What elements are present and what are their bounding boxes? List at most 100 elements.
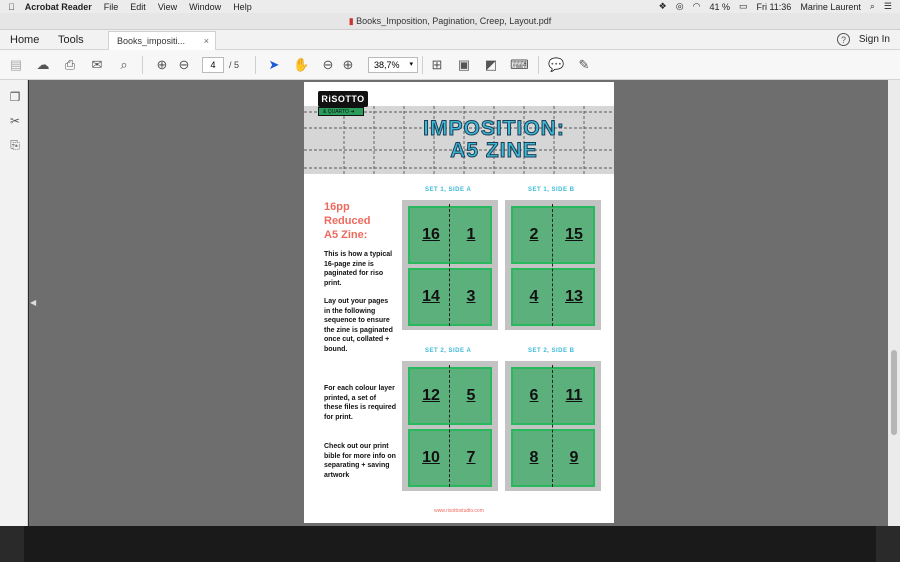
- page-cell: 4 13: [511, 268, 595, 326]
- menu-file[interactable]: File: [104, 2, 119, 12]
- clock-text[interactable]: Fri 11:36: [756, 2, 791, 12]
- fold-line: [449, 365, 450, 487]
- zoom-select[interactable]: 38,7% ▾: [368, 57, 418, 73]
- select-arrow-icon[interactable]: ➤: [266, 57, 282, 73]
- sync-icon[interactable]: ◎: [676, 1, 684, 12]
- menu-edit[interactable]: Edit: [130, 2, 146, 12]
- read-mode-icon[interactable]: ◩: [483, 57, 499, 73]
- set-label: SET 2, SIDE A: [425, 348, 472, 354]
- menu-help[interactable]: Help: [233, 2, 252, 12]
- save-icon[interactable]: ▤: [8, 57, 24, 73]
- imposition-sheet: 6 11 8 9: [505, 361, 601, 491]
- footer-url: www.risottostudio.com: [434, 508, 484, 514]
- attachment-icon[interactable]: ✂: [8, 114, 22, 128]
- zoom-in-icon[interactable]: ⊕: [340, 57, 356, 73]
- page-number: 11: [565, 387, 583, 404]
- tab-tools[interactable]: Tools: [58, 30, 84, 50]
- menu-view[interactable]: View: [158, 2, 177, 12]
- battery-icon[interactable]: ▭: [739, 1, 748, 12]
- document-viewport[interactable]: RiSOTTO & QUARTO ➜ IMPOSITION: A5 ZINE 1…: [29, 80, 888, 526]
- pdf-file-icon: ▮: [348, 16, 354, 26]
- scroll-mode-icon[interactable]: ▣: [456, 57, 472, 73]
- menu-window[interactable]: Window: [189, 2, 221, 12]
- pdf-page: RiSOTTO & QUARTO ➜ IMPOSITION: A5 ZINE 1…: [304, 82, 614, 523]
- page-total: / 5: [229, 60, 240, 70]
- next-page-icon[interactable]: ⊖: [176, 57, 192, 73]
- search-icon[interactable]: ⌕: [116, 57, 132, 73]
- set-label: SET 1, SIDE B: [528, 187, 575, 193]
- page-number: 6: [529, 387, 539, 404]
- page-cell: 8 9: [511, 429, 595, 487]
- keyboard-icon[interactable]: ⌨: [510, 57, 529, 73]
- set-label: SET 1, SIDE A: [425, 187, 472, 193]
- page-number: 5: [466, 387, 476, 404]
- page-number: 10: [422, 449, 440, 466]
- comment-icon[interactable]: 💬: [548, 57, 564, 73]
- battery-text[interactable]: 41 %: [709, 2, 730, 12]
- page-thumbnails-icon[interactable]: ❐: [8, 90, 22, 104]
- page-cell: 16 1: [408, 206, 492, 264]
- help-icon[interactable]: ?: [837, 33, 850, 46]
- left-side-panel: ❐ ✂ ⎘: [0, 80, 28, 526]
- page-number: 3: [466, 288, 476, 305]
- hand-icon[interactable]: ✋: [293, 57, 309, 73]
- side-paragraph-4: Check out our print bible for more info …: [324, 443, 396, 479]
- close-tab-icon[interactable]: ×: [204, 32, 209, 51]
- page-number: 9: [569, 449, 579, 466]
- sign-in-link[interactable]: Sign In: [859, 30, 890, 50]
- apple-icon[interactable]: : [8, 2, 15, 12]
- page-cell: 14 3: [408, 268, 492, 326]
- toolbar-divider: [422, 56, 423, 74]
- toolbar-divider: [538, 56, 539, 74]
- tab-document-label: Books_impositi...: [117, 36, 186, 46]
- window-title: Books_Imposition, Pagination, Creep, Lay…: [356, 16, 552, 26]
- page-number: 16: [422, 226, 440, 243]
- side-paragraph-2: Lay out your pages in the following sequ…: [324, 298, 393, 353]
- quarto-logo: & QUARTO ➜: [318, 107, 364, 116]
- tab-document[interactable]: Books_impositi... ×: [108, 31, 216, 50]
- toolbar-divider: [255, 56, 256, 74]
- page-number: 7: [466, 449, 476, 466]
- side-paragraph-3: For each colour layer printed, a set of …: [324, 385, 396, 421]
- title-line-2: A5 ZINE: [450, 139, 538, 162]
- page-number-input[interactable]: 4: [202, 57, 224, 73]
- email-icon[interactable]: ✉: [89, 57, 105, 73]
- page-number: 13: [565, 288, 583, 305]
- side-heading: 16pp Reduced A5 Zine:: [324, 201, 371, 241]
- menu-app-name[interactable]: Acrobat Reader: [25, 2, 92, 12]
- menu-bar:  Acrobat Reader File Edit View Window H…: [0, 0, 900, 13]
- fit-page-icon[interactable]: ⊞: [429, 57, 445, 73]
- dock: [24, 526, 876, 562]
- document-info-icon[interactable]: ⎘: [8, 138, 22, 152]
- wifi-icon[interactable]: ◠: [693, 1, 701, 12]
- imposition-sheet: 16 1 14 3: [402, 200, 498, 330]
- fold-line: [552, 204, 553, 326]
- page-number: 12: [422, 387, 440, 404]
- window-title-bar: ▮ Books_Imposition, Pagination, Creep, L…: [0, 13, 900, 30]
- highlight-icon[interactable]: ✎: [576, 57, 592, 73]
- fold-line: [449, 204, 450, 326]
- list-icon[interactable]: ☰: [884, 1, 892, 12]
- imposition-sheet: 2 15 4 13: [505, 200, 601, 330]
- spotlight-icon[interactable]: ⌕: [870, 1, 875, 12]
- dropbox-icon[interactable]: ❖: [659, 1, 667, 12]
- vertical-scrollbar[interactable]: [888, 80, 900, 526]
- title-line-1: IMPOSITION:: [423, 117, 565, 140]
- fold-line: [552, 365, 553, 487]
- tab-home[interactable]: Home: [10, 30, 39, 50]
- zoom-value: 38,7%: [374, 60, 400, 70]
- scrollbar-thumb[interactable]: [891, 350, 897, 435]
- imposition-sheet: 12 5 10 7: [402, 361, 498, 491]
- zoom-out-icon[interactable]: ⊖: [320, 57, 336, 73]
- user-name[interactable]: Marine Laurent: [800, 2, 861, 12]
- page-number: 1: [466, 226, 476, 243]
- set-label: SET 2, SIDE B: [528, 348, 575, 354]
- prev-page-icon[interactable]: ⊕: [154, 57, 170, 73]
- print-icon[interactable]: ⎙: [62, 57, 78, 73]
- page-cell: 6 11: [511, 367, 595, 425]
- page-cell: 10 7: [408, 429, 492, 487]
- page-number: 15: [565, 226, 583, 243]
- page-number: 4: [529, 288, 539, 305]
- expand-left-panel-icon[interactable]: ◀: [30, 298, 36, 307]
- upload-icon[interactable]: ☁: [35, 57, 51, 73]
